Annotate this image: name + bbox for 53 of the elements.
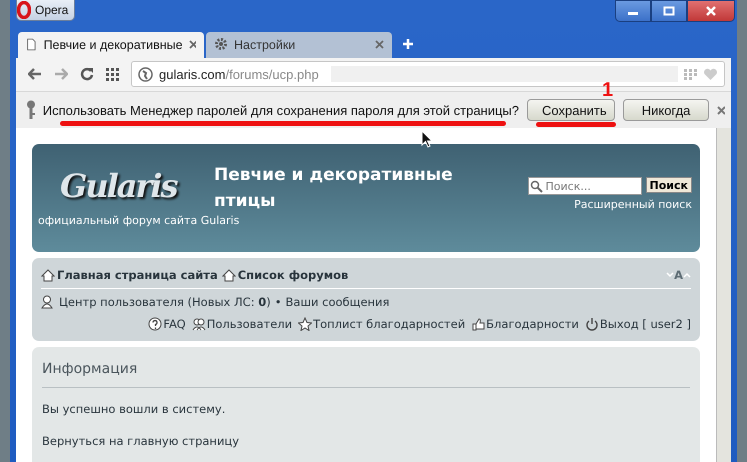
maximize-icon [663,6,675,16]
star-icon [298,317,312,331]
password-prompt: Использовать Менеджер паролей для сохранения пароля для этой страницы? [42,102,520,118]
forum-tagline: официальный форум сайта Gularis [38,214,240,227]
grid-icon[interactable] [106,68,119,81]
browser-tab[interactable]: Настройки [206,32,392,58]
close-icon[interactable] [188,40,196,50]
user-icon [41,295,55,309]
never-button[interactable]: Никогда [623,99,710,122]
search-button[interactable]: Поиск [646,177,692,193]
bullet-separator: • [274,295,282,309]
close-button[interactable] [687,0,735,22]
opera-menu-button[interactable]: Opera [16,0,76,21]
users-icon [192,317,206,331]
nav-link[interactable]: Пользователи [206,317,292,331]
forum-title: Певчие и декоративные птицы [214,164,454,213]
minimize-button[interactable] [615,0,651,22]
forum-logo[interactable]: Gularis [60,166,196,208]
question-icon [148,317,162,331]
nav-link[interactable]: FAQ [163,317,186,331]
power-icon [584,317,599,331]
page-icon [26,37,38,52]
home-icon [41,268,55,282]
key-icon [26,100,35,120]
back-icon[interactable] [28,68,42,80]
new-tab-icon[interactable] [402,38,414,50]
user-control-panel-link[interactable]: Центр пользователя (Новых ЛС: 0) [59,295,271,309]
nav-link[interactable]: Выход [ user2 ] [600,317,691,331]
advanced-search-link[interactable]: Расширенный поиск [574,198,692,211]
search-icon [530,180,543,193]
thumbs-up-icon [471,317,486,331]
login-message: Вы успешно вошли в систему. [42,402,226,416]
scrollbar[interactable] [716,128,731,462]
breadcrumb-link[interactable]: Главная страница сайта [57,268,218,282]
nav-link[interactable]: Благодарности [486,317,579,331]
your-posts-link[interactable]: Ваши сообщения [286,295,390,309]
reload-icon[interactable] [80,67,94,82]
close-icon[interactable] [717,106,725,115]
search-field[interactable]: Поиск... [528,177,642,195]
close-icon[interactable] [375,40,384,50]
save-button[interactable]: Сохранить [527,99,616,122]
font-size-label: A [674,268,683,282]
opera-logo-icon [17,1,31,19]
maximize-button[interactable] [651,0,687,22]
browser-tab[interactable]: Певчие и декоративные [18,32,204,58]
close-icon [705,6,717,16]
home-icon [222,268,236,282]
return-home-link[interactable]: Вернуться на главную страницу [42,434,690,448]
info-title: Информация [42,361,690,388]
nav-link[interactable]: Топлист благодарностей [313,317,466,331]
gear-icon [214,37,228,52]
globe-icon [138,66,153,82]
breadcrumb-link[interactable]: Список форумов [238,268,348,282]
